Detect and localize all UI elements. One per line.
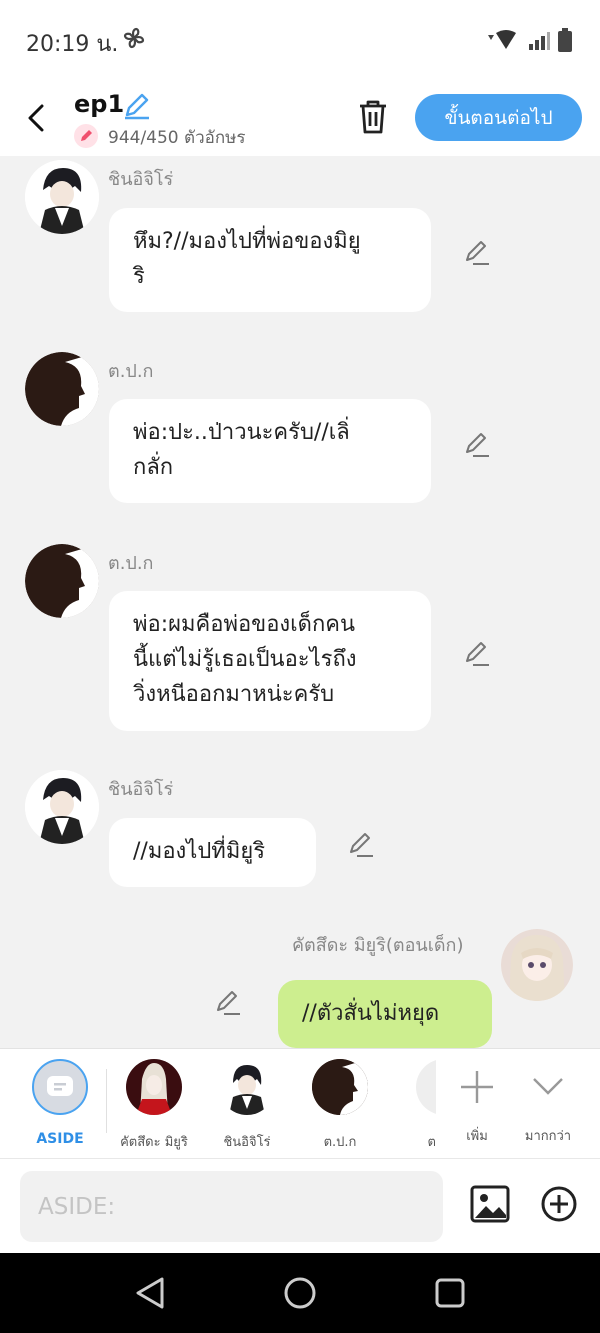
add-label: เพิ่ม	[466, 1129, 488, 1144]
message-line: วิ่งหนีออกมาหน่ะครับ	[133, 682, 335, 707]
more-characters-button[interactable]: มากกว่า	[508, 1059, 588, 1146]
character-label: ต	[427, 1135, 436, 1150]
divider	[106, 1069, 107, 1133]
trash-icon	[360, 100, 386, 134]
plus-circle-icon	[541, 1186, 577, 1222]
composer	[0, 1158, 600, 1253]
pencil-icon	[217, 991, 240, 1015]
message-input[interactable]	[20, 1171, 443, 1242]
message-line: นี้แต่ไม่รู้เธอเป็นอะไรถึง	[133, 647, 357, 672]
delete-button[interactable]	[356, 98, 390, 136]
sender-name: ต.ป.ก	[108, 361, 154, 382]
chat-area[interactable]: ชินอิจิโร่ หึม?//มองไปที่พ่อของมิยู ริ ต…	[0, 156, 600, 1048]
avatar[interactable]	[25, 160, 99, 234]
back-icon	[28, 104, 44, 132]
character-item[interactable]: ต	[380, 1059, 436, 1152]
status-time: 20:19 น.	[26, 32, 119, 57]
chevron-down-icon	[533, 1078, 563, 1095]
battery-icon	[558, 28, 572, 52]
message-line: หึม?//มองไปที่พ่อของมิยู	[133, 229, 361, 254]
insert-image-button[interactable]	[470, 1185, 510, 1223]
back-button[interactable]	[22, 98, 52, 138]
message-bubble[interactable]: พ่อ:ผมคือพ่อของเด็กคน นี้แต่ไม่รู้เธอเป็…	[109, 591, 431, 731]
edit-message-button[interactable]	[463, 238, 491, 266]
more-label: มากกว่า	[524, 1129, 572, 1144]
add-character-button[interactable]: เพิ่ม	[437, 1059, 517, 1146]
aside-label: ASIDE	[36, 1131, 84, 1147]
nav-recents-button[interactable]	[432, 1275, 468, 1311]
char-count-icon	[74, 124, 98, 148]
message-line: กลั่ก	[133, 455, 174, 480]
circle-home-icon	[284, 1277, 316, 1309]
message-line: //ตัวสั่นไม่หยุด	[302, 1001, 440, 1026]
avatar[interactable]	[25, 770, 99, 844]
square-recents-icon	[435, 1278, 465, 1308]
edit-message-button[interactable]	[214, 988, 242, 1016]
sender-name: ต.ป.ก	[108, 553, 154, 574]
message-bubble[interactable]: //มองไปที่มิยูริ	[109, 818, 316, 887]
message-line: //มองไปที่มิยูริ	[133, 839, 266, 864]
character-label: คัตสึดะ มิยูริ	[120, 1135, 188, 1150]
character-item[interactable]: ชินอิจิโร่	[207, 1059, 287, 1152]
fan-icon	[120, 24, 148, 58]
character-label: ชินอิจิโร่	[223, 1135, 271, 1150]
triangle-back-icon	[136, 1277, 164, 1309]
add-content-button[interactable]	[540, 1185, 578, 1223]
plus-icon	[461, 1071, 493, 1103]
character-selector: ASIDE คัตสึดะ มิยูริ ชินอิจิโร่ ต.ป.ก ต …	[0, 1048, 600, 1158]
avatar[interactable]	[25, 352, 99, 426]
nav-back-button[interactable]	[132, 1275, 168, 1311]
message-bubble[interactable]: //ตัวสั่นไม่หยุด	[278, 980, 492, 1048]
sender-name: คัตสึดะ มิยูริ(ตอนเด็ก)	[292, 935, 464, 956]
edit-title-button[interactable]	[122, 90, 152, 120]
signal-icon	[529, 32, 550, 50]
wifi-icon	[488, 30, 516, 49]
message-line: ริ	[133, 264, 145, 289]
image-icon	[470, 1185, 510, 1223]
avatar	[312, 1059, 368, 1115]
pencil-icon	[466, 433, 489, 457]
sender-name: ชินอิจิโร่	[108, 779, 174, 800]
episode-title: ep1	[74, 90, 125, 118]
character-item[interactable]: ต.ป.ก	[300, 1059, 380, 1152]
system-nav-bar	[0, 1253, 600, 1333]
status-bar: 20:19 น.	[0, 0, 600, 80]
character-aside[interactable]: ASIDE	[20, 1059, 100, 1147]
pencil-icon	[125, 93, 149, 120]
status-icons	[484, 28, 572, 52]
edit-message-button[interactable]	[463, 639, 491, 667]
aside-icon	[32, 1059, 88, 1115]
nav-home-button[interactable]	[282, 1275, 318, 1311]
editor-header: ep1 944/450 ตัวอักษร ขั้นตอนต่อไป	[0, 80, 600, 156]
avatar	[126, 1059, 182, 1115]
edit-message-button[interactable]	[463, 430, 491, 458]
next-step-button[interactable]: ขั้นตอนต่อไป	[415, 94, 582, 141]
pencil-icon	[350, 833, 373, 857]
avatar	[416, 1059, 436, 1115]
message-bubble[interactable]: พ่อ:ปะ..ป่าวนะครับ//เลิ่ กลั่ก	[109, 399, 431, 503]
avatar[interactable]	[501, 929, 573, 1001]
message-bubble[interactable]: หึม?//มองไปที่พ่อของมิยู ริ	[109, 208, 431, 312]
message-line: พ่อ:ผมคือพ่อของเด็กคน	[133, 612, 356, 637]
pencil-icon	[466, 241, 489, 265]
edit-message-button[interactable]	[347, 830, 375, 858]
avatar[interactable]	[25, 544, 99, 618]
character-label: ต.ป.ก	[323, 1135, 357, 1150]
message-line: พ่อ:ปะ..ป่าวนะครับ//เลิ่	[133, 420, 350, 445]
pencil-icon	[466, 642, 489, 666]
char-count: 944/450 ตัวอักษร	[108, 128, 246, 148]
avatar	[219, 1059, 275, 1115]
character-item[interactable]: คัตสึดะ มิยูริ	[114, 1059, 194, 1152]
sender-name: ชินอิจิโร่	[108, 169, 174, 190]
